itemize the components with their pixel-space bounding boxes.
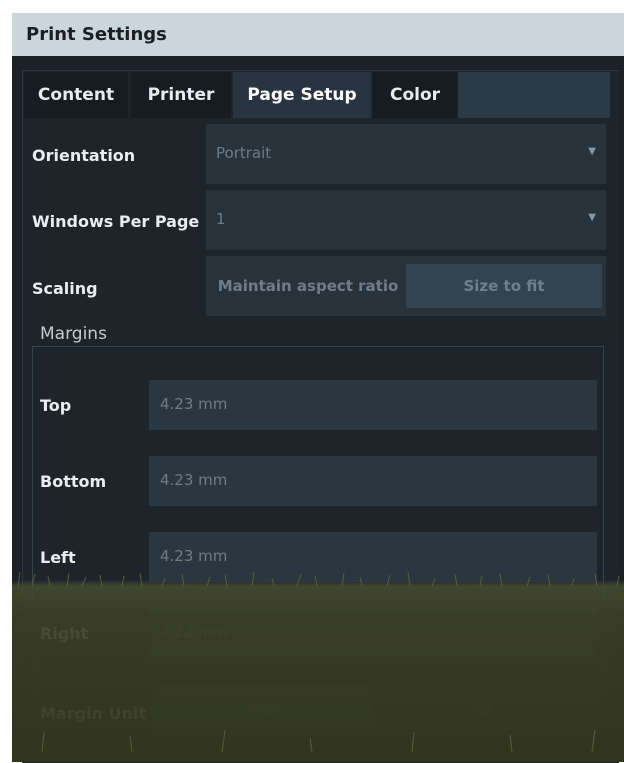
scaling-size-to-fit-button[interactable]: Size to fit	[406, 264, 602, 308]
title-bar: Print Settings	[12, 13, 624, 56]
margin-right-value: 4.23 mm	[160, 623, 228, 641]
scaling-maintain-aspect-button[interactable]: Maintain aspect ratio	[210, 264, 406, 308]
orientation-value: Portrait	[216, 144, 272, 162]
margin-bottom-value: 4.23 mm	[160, 471, 228, 489]
tab-page-setup[interactable]: Page Setup	[233, 72, 371, 118]
margin-unit-mm-button[interactable]: mm	[153, 686, 373, 736]
window-title: Print Settings	[26, 24, 167, 45]
tab-printer[interactable]: Printer	[131, 72, 231, 118]
chevron-down-icon: ▼	[588, 212, 596, 223]
margin-left-input[interactable]: 4.23 mm	[149, 532, 597, 582]
tab-bar: Content Printer Page Setup Color	[24, 72, 457, 118]
orientation-label: Orientation	[32, 146, 136, 165]
scaling-toggle: Maintain aspect ratio Size to fit	[206, 256, 606, 316]
tab-color[interactable]: Color	[373, 72, 457, 118]
margin-top-label: Top	[40, 396, 72, 415]
margin-top-value: 4.23 mm	[160, 395, 228, 413]
margin-top-input[interactable]: 4.23 mm	[149, 380, 597, 430]
margin-bottom-input[interactable]: 4.23 mm	[149, 456, 597, 506]
margin-bottom-label: Bottom	[40, 472, 107, 491]
margin-unit-in-button[interactable]: in	[373, 686, 597, 736]
margin-unit-toggle: mm in	[153, 686, 597, 736]
margin-right-label: Right	[40, 624, 89, 643]
margin-left-value: 4.23 mm	[160, 547, 228, 565]
orientation-select[interactable]: Portrait ▼	[206, 124, 606, 184]
tab-bar-filler	[458, 72, 610, 118]
margin-right-input[interactable]: 4.23 mm	[149, 608, 597, 658]
margin-left-label: Left	[40, 548, 76, 567]
chevron-down-icon: ▼	[588, 146, 596, 157]
windows-per-page-value: 1	[216, 210, 226, 228]
margins-group-title: Margins	[40, 324, 107, 344]
scaling-label: Scaling	[32, 279, 98, 298]
windows-per-page-label: Windows Per Page	[32, 212, 200, 231]
tab-content[interactable]: Content	[24, 72, 128, 118]
margin-unit-label: Margin Unit	[40, 704, 147, 723]
windows-per-page-select[interactable]: 1 ▼	[206, 190, 606, 250]
